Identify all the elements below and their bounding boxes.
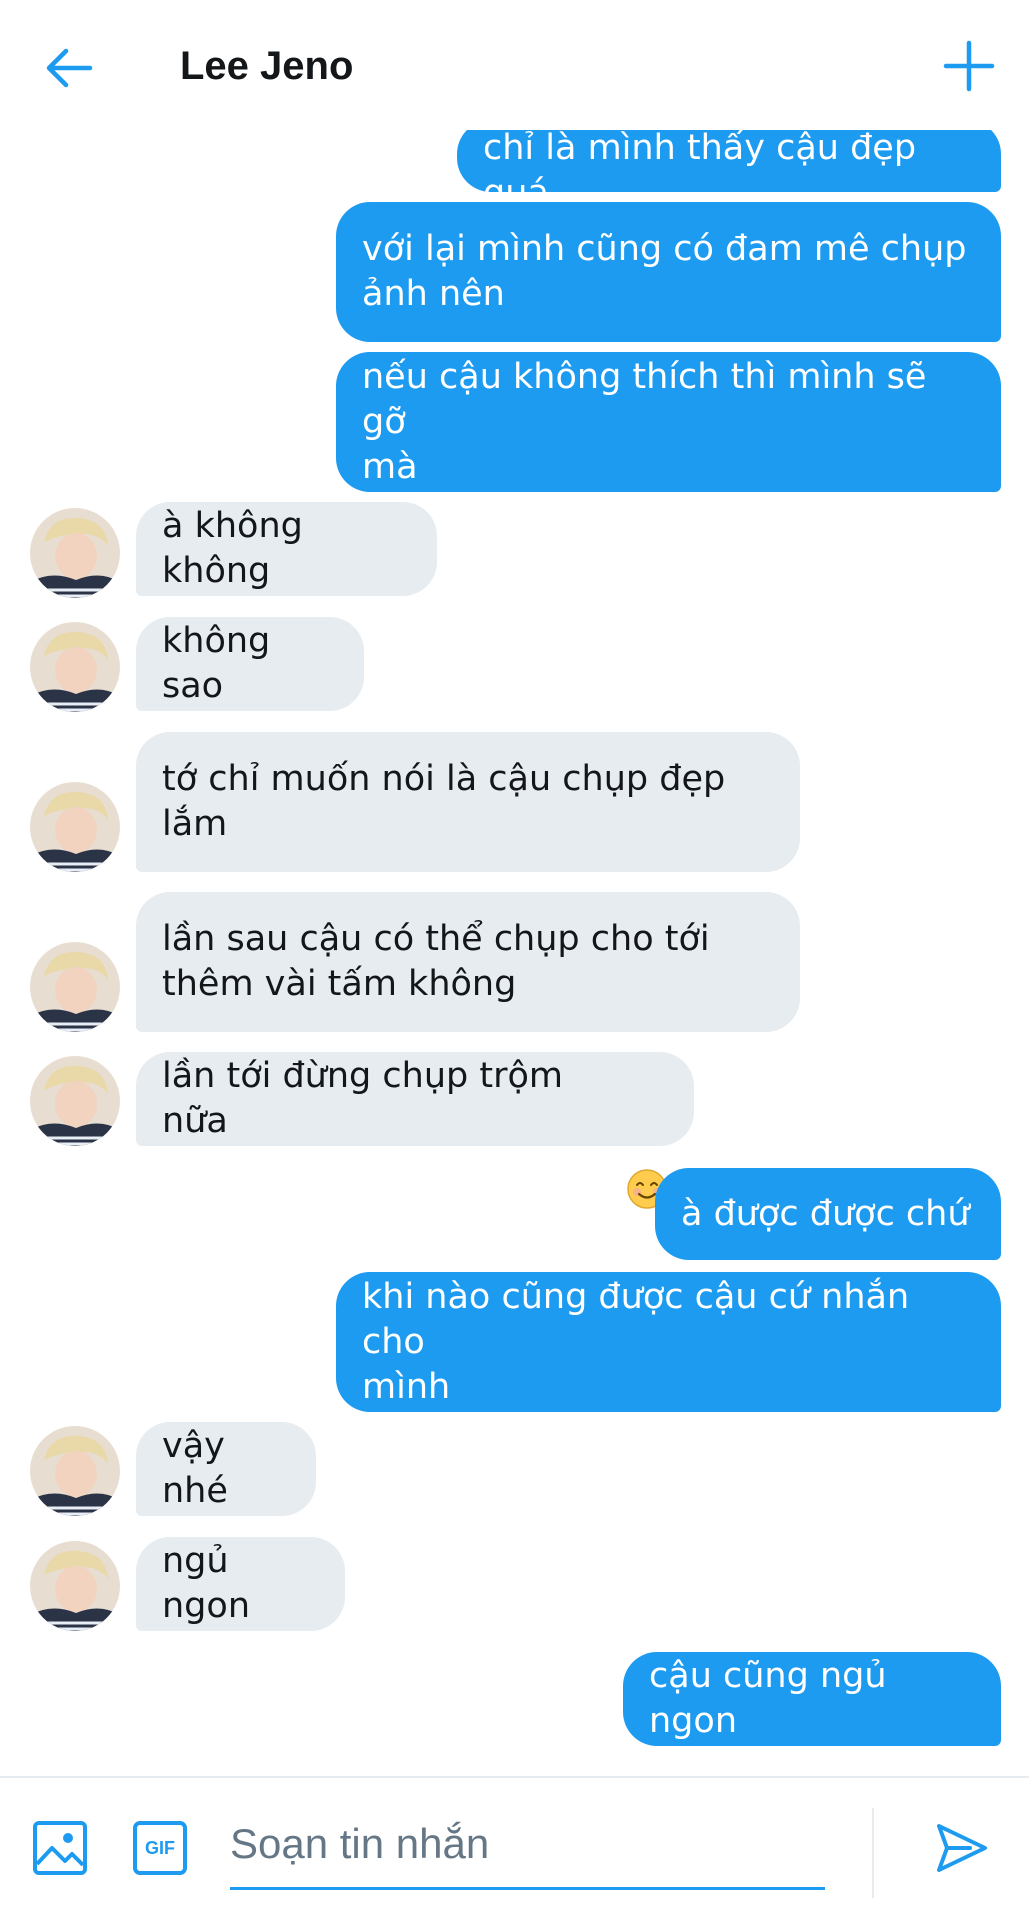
- back-button[interactable]: [40, 38, 100, 98]
- message-bubble-incoming[interactable]: không sao: [136, 617, 364, 711]
- smiling-face-emoji: [626, 1078, 668, 1209]
- add-gif-button[interactable]: GIF: [132, 1820, 188, 1876]
- avatar[interactable]: [30, 622, 120, 712]
- avatar[interactable]: [30, 1426, 120, 1516]
- message-bubble-outgoing[interactable]: với lại mình cũng có đam mê chụp ảnh nên: [336, 202, 1001, 342]
- message-list[interactable]: chỉ là mình thấy cậu đẹp quá với lại mìn…: [0, 0, 1029, 1776]
- image-icon: [33, 1821, 87, 1875]
- avatar[interactable]: [30, 782, 120, 872]
- message-bubble-incoming[interactable]: lần sau cậu có thể chụp cho tới thêm vài…: [136, 892, 800, 1032]
- message-bubble-incoming[interactable]: à không không: [136, 502, 437, 596]
- message-text: vậy nhé: [162, 1426, 237, 1511]
- message-bubble-incoming[interactable]: tớ chỉ muốn nói là cậu chụp đẹp lắm: [136, 732, 800, 872]
- message-bubble-outgoing[interactable]: nếu cậu không thích thì mình sẽ gỡ mà: [336, 352, 1001, 492]
- add-image-button[interactable]: [32, 1820, 88, 1876]
- message-bubble-incoming[interactable]: lần tới đừng chụp trộm nữa: [136, 1052, 694, 1209]
- conversation-header: Lee Jeno: [0, 0, 1029, 130]
- message-bubble-incoming[interactable]: vậy nhé: [136, 1422, 316, 1516]
- message-text: à không không: [162, 506, 314, 591]
- avatar[interactable]: [30, 942, 120, 1032]
- composer-divider: [872, 1808, 874, 1898]
- message-bubble-incoming[interactable]: ngủ ngon: [136, 1537, 345, 1631]
- message-text: tớ chỉ muốn nói là cậu chụp đẹp lắm: [162, 759, 726, 844]
- message-text: à được được chứ: [681, 1193, 970, 1234]
- gif-label: GIF: [145, 1837, 175, 1858]
- add-people-button[interactable]: [939, 36, 999, 96]
- message-bubble-outgoing[interactable]: cậu cũng ngủ ngon: [623, 1652, 1001, 1746]
- message-composer: GIF: [0, 1776, 1029, 1920]
- back-arrow-icon: [46, 48, 93, 88]
- message-text: khi nào cũng được cậu cứ nhắn cho mình: [362, 1276, 910, 1407]
- message-input[interactable]: [230, 1800, 825, 1890]
- message-text: với lại mình cũng có đam mê chụp ảnh nên: [362, 229, 967, 314]
- message-text: cậu cũng ngủ ngon: [649, 1656, 898, 1741]
- conversation-title: Lee Jeno: [180, 44, 354, 88]
- send-button[interactable]: [934, 1820, 990, 1876]
- avatar[interactable]: [30, 508, 120, 598]
- message-bubble-outgoing[interactable]: à được được chứ: [655, 1168, 1001, 1260]
- plus-icon: [943, 40, 995, 92]
- message-text: ngủ ngon: [162, 1541, 250, 1626]
- message-text: không sao: [162, 621, 282, 706]
- avatar[interactable]: [30, 1056, 120, 1146]
- message-bubble-outgoing[interactable]: khi nào cũng được cậu cứ nhắn cho mình: [336, 1272, 1001, 1412]
- message-bubble-outgoing[interactable]: chỉ là mình thấy cậu đẹp quá: [457, 120, 1001, 213]
- send-icon: [937, 1824, 987, 1872]
- dm-conversation-screen: chỉ là mình thấy cậu đẹp quá với lại mìn…: [0, 0, 1029, 1920]
- message-text: nếu cậu không thích thì mình sẽ gỡ mà: [362, 356, 927, 487]
- message-text: lần sau cậu có thể chụp cho tới thêm vài…: [162, 919, 710, 1004]
- avatar[interactable]: [30, 1541, 120, 1631]
- message-text: lần tới đừng chụp trộm nữa: [162, 1056, 575, 1141]
